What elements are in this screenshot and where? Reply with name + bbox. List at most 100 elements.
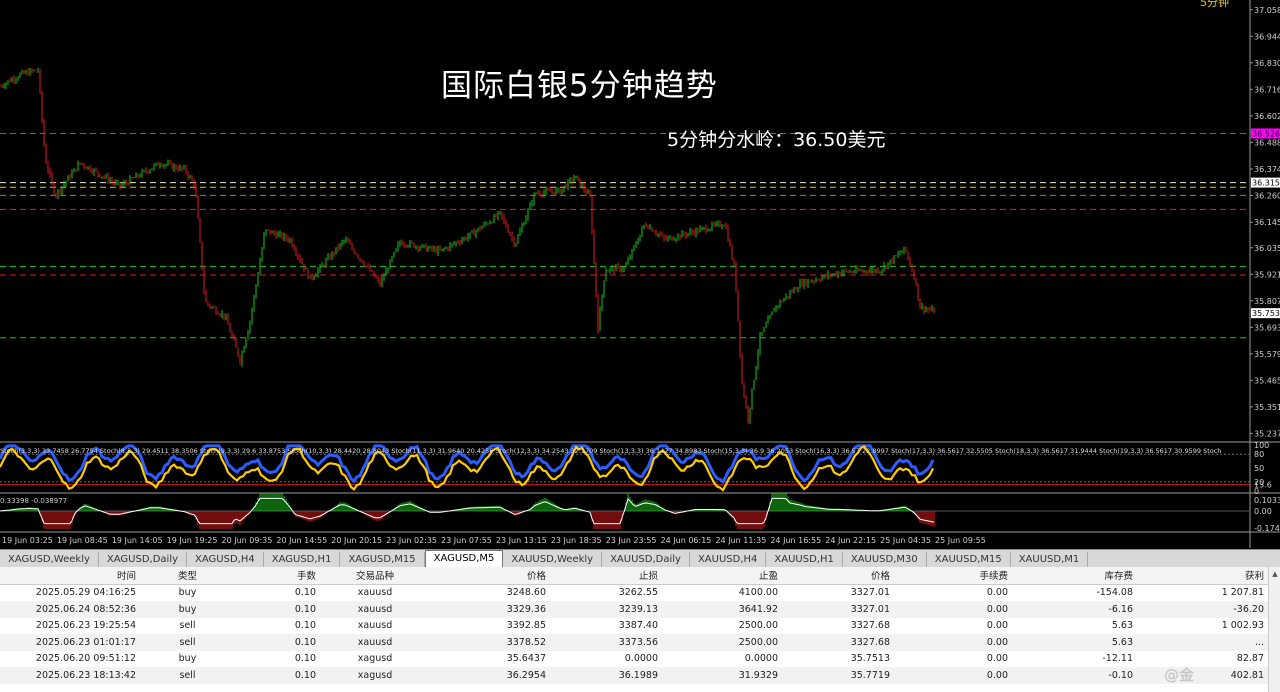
orders-scrollbar[interactable]: ▲ — [1268, 567, 1280, 692]
macd-tick-label: -0.17489 — [1254, 524, 1280, 533]
osc-tick-label: 50 — [1254, 464, 1264, 473]
table-cell: 2025.05.29 04:16:25 — [35, 587, 136, 599]
table-cell: -0.10 — [1012, 667, 1137, 684]
table-cell: 2500.00 — [662, 634, 782, 651]
table-cell: 2025.06.20 09:51:12 — [35, 653, 136, 665]
column-header[interactable]: 价格 — [430, 567, 550, 585]
time-tick-label: 23 Jun 13:15 — [496, 536, 547, 545]
price-tick-label: 35.8070 — [1254, 297, 1280, 306]
table-row[interactable]: 2025.05.29 04:16:25 buy 0.10 xauusd 3248.60 3… — [0, 584, 1268, 601]
table-cell: -154.08 — [1096, 587, 1133, 599]
orders-header-row: 时间 类型 手数 交易品种 价格 止损 止盈 价格 手续费 库存费 获利 — [0, 567, 1268, 585]
table-row[interactable]: 2025.06.23 01:01:17 sell 0.10 xauusd 3378.52… — [0, 634, 1268, 651]
time-tick-label: 20 Jun 09:35 — [222, 536, 273, 545]
table-cell: buy — [140, 601, 235, 618]
tab-xauusd-m15[interactable]: XAUUSD,M15 — [927, 552, 1011, 567]
table-cell: buy — [178, 587, 197, 599]
tab-xauusd-h4[interactable]: XAUUSD,H4 — [690, 552, 767, 567]
table-cell: 3327.68 — [850, 620, 890, 632]
table-cell: xagusd — [357, 653, 393, 665]
orders-table: 时间 类型 手数 交易品种 价格 止损 止盈 价格 手续费 库存费 获利 2025.05.29 04… — [0, 567, 1268, 684]
table-cell: 2025.06.23 19:25:54 — [35, 620, 136, 632]
table-cell: 2025.06.23 18:13:42 — [0, 667, 140, 684]
table-cell: 0.00 — [894, 601, 1012, 618]
tab-xauusd-m1[interactable]: XAUUSD,M1 — [1011, 552, 1089, 567]
column-header[interactable]: 库存费 — [1012, 567, 1137, 585]
column-header[interactable]: 止盈 — [662, 567, 782, 585]
table-cell: 3262.55 — [618, 587, 658, 599]
column-header[interactable]: 时间 — [0, 567, 140, 585]
table-row[interactable]: 2025.06.23 19:25:54 sell 0.10 xauusd 3392.85… — [0, 618, 1268, 635]
table-cell: 3327.01 — [850, 587, 890, 599]
oscillator-legend: Stoch(3,3,3) 33.7458 26.7754 Stoch(8,3,3… — [0, 447, 1221, 455]
column-header[interactable]: 止损 — [550, 567, 662, 585]
table-cell: 36.1989 — [550, 667, 662, 684]
macd-legend: 0.33398 -0.038977 — [0, 497, 67, 505]
time-tick-label: 19 Jun 03:25 — [2, 536, 53, 545]
tab-xagusd-m5[interactable]: XAGUSD,M5 — [424, 550, 504, 567]
price-marker-label: 36.5263 — [1252, 129, 1280, 138]
column-header[interactable]: 获利 — [1137, 567, 1268, 585]
price-tick-label: 35.4650 — [1254, 376, 1280, 385]
table-cell: 5.63 — [1012, 634, 1137, 651]
candlestick-series — [0, 67, 935, 425]
table-cell: 2500.00 — [738, 620, 778, 632]
table-cell: 0.10 — [294, 653, 316, 665]
time-tick-label: 24 Jun 11:35 — [715, 536, 766, 545]
table-cell: 3378.52 — [430, 634, 550, 651]
tab-xagusd-daily[interactable]: XAGUSD,Daily — [99, 552, 188, 567]
time-tick-label: 24 Jun 16:55 — [770, 536, 821, 545]
tab-xagusd-h4[interactable]: XAGUSD,H4 — [187, 552, 264, 567]
tab-xauusd-h1[interactable]: XAUUSD,H1 — [766, 552, 843, 567]
tab-xagusd-weekly[interactable]: XAGUSD,Weekly — [0, 552, 99, 567]
table-cell: 4100.00 — [738, 587, 778, 599]
tab-xagusd-h1[interactable]: XAGUSD,H1 — [264, 552, 341, 567]
table-cell: buy — [178, 653, 197, 665]
tab-xauusd-daily[interactable]: XAUUSD,Daily — [602, 552, 690, 567]
time-tick-label: 24 Jun 06:15 — [661, 536, 712, 545]
table-cell: xauusd — [320, 634, 430, 651]
table-cell: 1 207.81 — [1221, 587, 1264, 599]
tab-xagusd-m15[interactable]: XAGUSD,M15 — [340, 552, 425, 567]
table-cell: 35.6437 — [506, 653, 546, 665]
time-tick-label: 19 Jun 08:45 — [57, 536, 108, 545]
column-header[interactable]: 价格 — [782, 567, 894, 585]
table-cell: 2025.06.23 01:01:17 — [0, 634, 140, 651]
column-header[interactable]: 手续费 — [894, 567, 1012, 585]
osc-tick-label: 0 — [1254, 487, 1259, 496]
column-header[interactable]: 交易品种 — [320, 567, 430, 585]
chart-annotation: 5分钟分水岭：36.50美元 — [667, 129, 886, 151]
table-cell: xauusd — [357, 620, 393, 632]
column-header[interactable]: 手数 — [235, 567, 320, 585]
chart-title: 国际白银5分钟趋势 — [441, 68, 718, 104]
price-tick-label: 37.0580 — [1254, 6, 1280, 15]
column-header[interactable]: 类型 — [140, 567, 235, 585]
price-tick-label: 35.2370 — [1254, 429, 1280, 438]
chart-area[interactable]: 37.0580 36.9440 36.8300 36.7160 36.6020 36.48… — [0, 0, 1280, 548]
table-cell: 0.10 — [294, 587, 316, 599]
macd-tick-label: 0.00 — [1254, 507, 1272, 516]
tab-xauusd-weekly[interactable]: XAUUSD,Weekly — [503, 552, 603, 567]
price-tick-label: 35.6930 — [1254, 323, 1280, 332]
price-marker-label: 35.7538 — [1252, 309, 1280, 318]
table-row[interactable]: 2025.06.23 18:13:42 sell 0.10 xagusd 36.2954… — [0, 667, 1268, 684]
table-cell: 35.7513 — [850, 653, 890, 665]
table-cell: -12.11 — [1102, 653, 1133, 665]
price-tick-label: 36.9440 — [1254, 32, 1280, 41]
table-cell: 0.10 — [235, 667, 320, 684]
tab-xauusd-m30[interactable]: XAUUSD,M30 — [843, 552, 927, 567]
chart-tabs-bar: XAGUSD,Weekly XAGUSD,Daily XAGUSD,H4 XAGUSD… — [0, 549, 1280, 567]
table-cell: 2025.06.24 08:52:36 — [0, 601, 140, 618]
table-cell: 82.87 — [1236, 653, 1264, 665]
scroll-up-icon[interactable]: ▲ — [1269, 567, 1280, 581]
table-row[interactable]: 2025.06.24 08:52:36 buy 0.10 xauusd 3329.36 3… — [0, 601, 1268, 618]
table-row[interactable]: 2025.06.20 09:51:12 buy 0.10 xagusd 35.6437 0… — [0, 651, 1268, 668]
time-tick-label: 25 Jun 09:55 — [935, 536, 986, 545]
price-tick-label: 36.0350 — [1254, 244, 1280, 253]
osc-tick-label: 80 — [1254, 450, 1264, 459]
table-cell: 31.9329 — [662, 667, 782, 684]
time-tick-label: 24 Jun 22:15 — [825, 536, 876, 545]
price-tick-label: 36.1450 — [1254, 218, 1280, 227]
table-cell: sell — [179, 620, 196, 632]
table-cell: 3248.60 — [506, 587, 546, 599]
